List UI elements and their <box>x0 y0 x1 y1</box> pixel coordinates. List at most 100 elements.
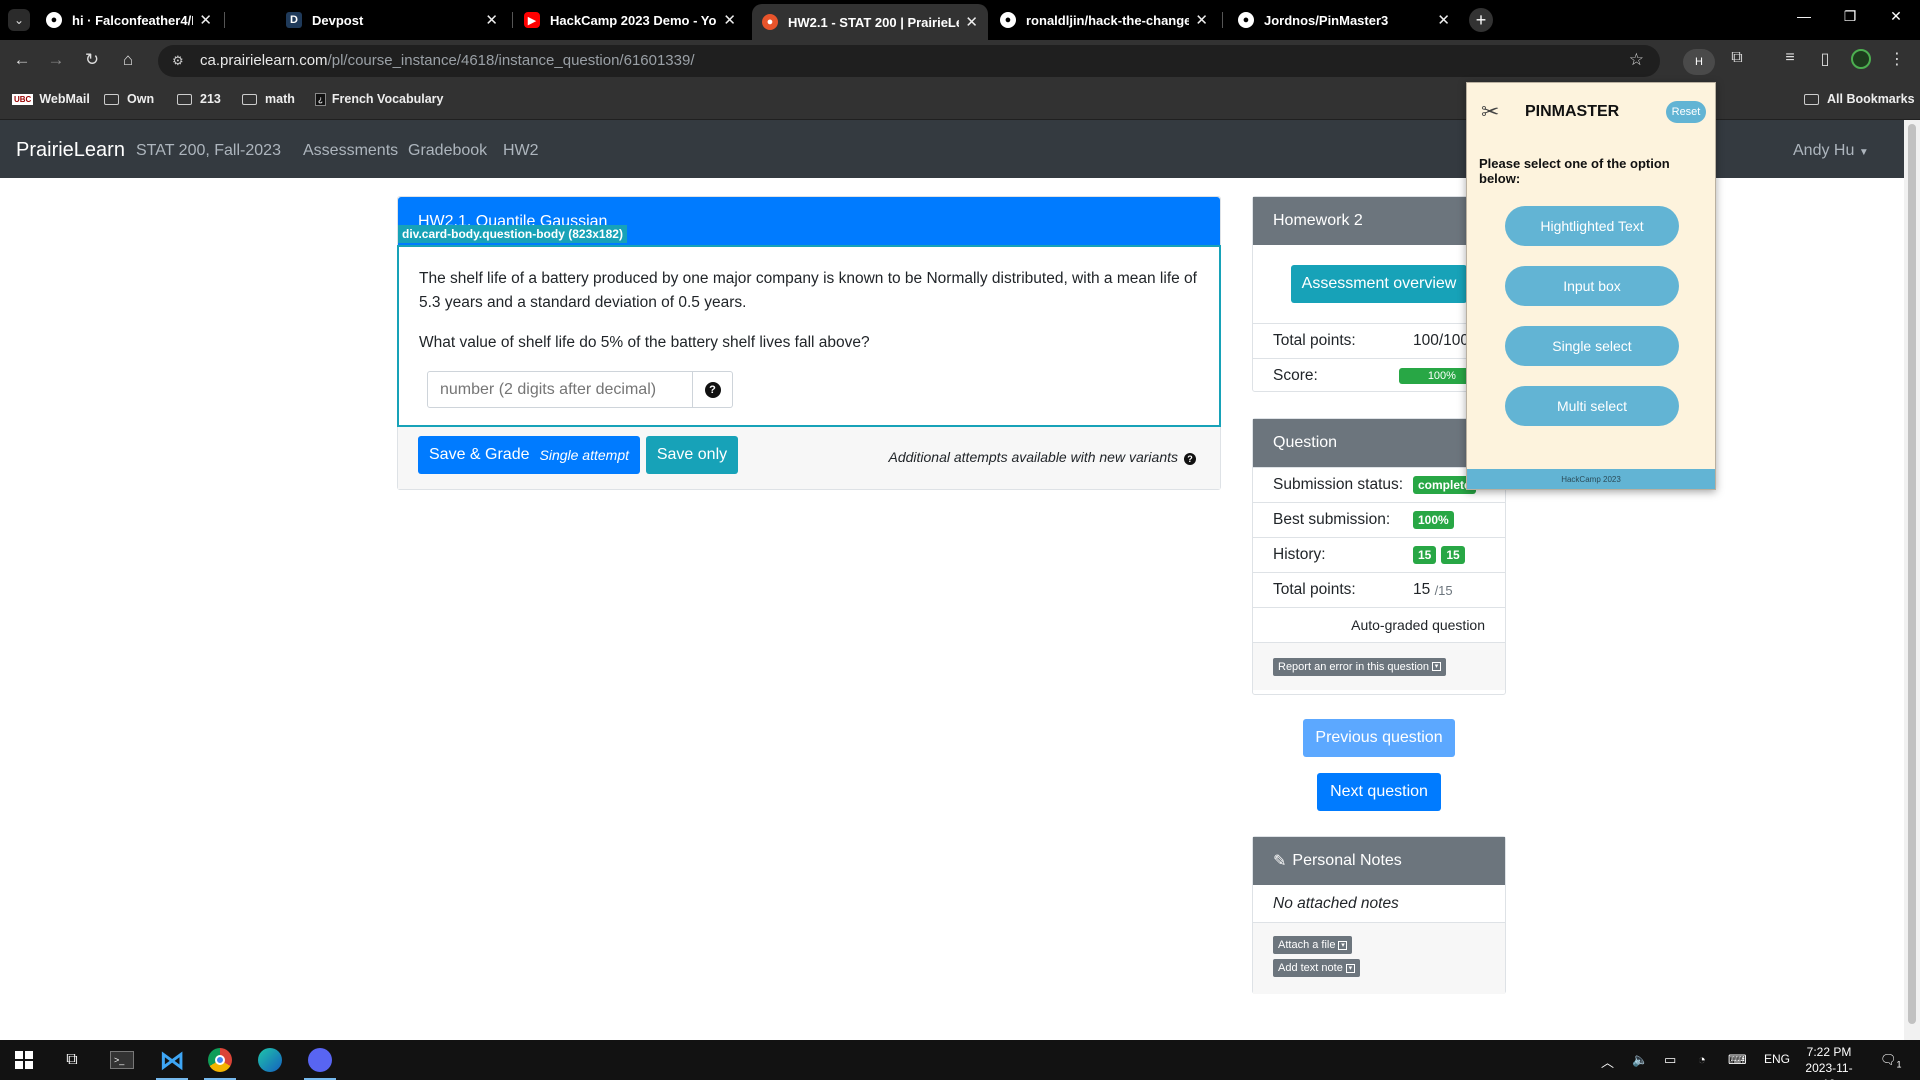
close-icon[interactable]: ✕ <box>485 11 498 29</box>
personal-notes-title: ✎ Personal Notes <box>1253 837 1505 885</box>
vscode-icon[interactable]: ⋈ <box>148 1040 196 1080</box>
next-question-button[interactable]: Next question <box>1317 773 1441 811</box>
tray-expand-icon[interactable]: ︿ <box>1601 1052 1614 1071</box>
language-indicator[interactable]: ENG <box>1764 1052 1790 1066</box>
question-card: HW2.1. Quantile Gaussian div.card-body.q… <box>397 196 1221 490</box>
add-text-note-button[interactable]: Add text note ▾ <box>1273 959 1360 977</box>
french-vocab-icon: ¿ <box>315 92 326 106</box>
windows-start-icon[interactable] <box>0 1040 48 1080</box>
expand-icon: ▾ <box>1345 963 1355 973</box>
profile-avatar[interactable] <box>1848 49 1874 73</box>
keyboard-icon[interactable]: ⌨ <box>1728 1052 1747 1068</box>
close-icon[interactable]: ✕ <box>199 11 212 29</box>
youtube-icon: ▶ <box>524 12 540 28</box>
url-path: /pl/course_instance/4618/instance_questi… <box>327 52 695 69</box>
tab-pinmaster-repo[interactable]: ● hi · Falconfeather4/PinMaster ✕ <box>36 4 222 36</box>
forward-icon[interactable]: → <box>44 50 68 70</box>
side-panel-icon[interactable]: ▯ <box>1812 49 1838 73</box>
chrome-icon[interactable] <box>196 1040 244 1080</box>
bookmark-webmail[interactable]: UBC WebMail <box>12 92 90 106</box>
scrollbar-thumb[interactable] <box>1908 124 1916 1024</box>
tab-youtube[interactable]: ▶ HackCamp 2023 Demo - YouTu ✕ <box>514 4 746 36</box>
reload-icon[interactable]: ↻ <box>80 50 104 70</box>
close-icon[interactable]: ✕ <box>965 13 978 31</box>
nav-hw2[interactable]: HW2 <box>503 142 539 160</box>
page-scrollbar[interactable] <box>1904 120 1920 1040</box>
report-error-button[interactable]: Report an error in this question ▾ <box>1273 657 1447 676</box>
bookmark-french-vocabulary[interactable]: ¿ French Vocabulary <box>315 92 444 106</box>
edge-icon[interactable] <box>246 1040 294 1080</box>
battery-icon[interactable]: ▭ <box>1664 1052 1676 1068</box>
user-menu[interactable]: Andy Hu ▼ <box>1793 142 1869 160</box>
clock[interactable]: 7:22 PM2023-11-19 <box>1800 1044 1858 1080</box>
volume-icon[interactable]: 🔈 <box>1632 1052 1648 1068</box>
question-mark-icon: ? <box>704 381 721 398</box>
save-grade-button[interactable]: Save & Grade Single attempt <box>418 436 640 474</box>
no-notes-text: No attached notes <box>1273 894 1399 912</box>
tab-pinmaster3[interactable]: ● Jordnos/PinMaster3 ✕ <box>1228 4 1460 36</box>
answer-input[interactable] <box>427 371 693 408</box>
history-badge[interactable]: 15 <box>1413 546 1437 564</box>
task-view-icon[interactable]: ⧉ <box>48 1040 96 1080</box>
wifi-icon[interactable]: ◔ <box>1698 1052 1706 1067</box>
expand-icon: ▾ <box>1432 662 1442 672</box>
tab-devpost[interactable]: D Devpost ✕ <box>276 4 508 36</box>
back-icon[interactable]: ← <box>10 50 34 70</box>
close-window-icon[interactable]: ✕ <box>1876 8 1916 25</box>
reset-button[interactable]: Reset <box>1666 101 1706 123</box>
site-info-icon[interactable]: ⚙ <box>172 53 184 69</box>
single-attempt-label: Single attempt <box>539 447 630 463</box>
help-button[interactable]: ? <box>693 371 733 408</box>
restore-icon[interactable]: ❐ <box>1830 8 1870 25</box>
new-tab-button[interactable]: + <box>1469 8 1493 32</box>
assessment-overview-button[interactable]: Assessment overview <box>1291 265 1467 303</box>
tab-hack-the-change[interactable]: ● ronaldljin/hack-the-change-2 ✕ <box>990 4 1218 36</box>
minimize-icon[interactable]: — <box>1784 8 1824 24</box>
folder-icon <box>242 93 257 105</box>
close-icon[interactable]: ✕ <box>723 11 736 29</box>
bookmark-folder-213[interactable]: 213 <box>177 92 221 106</box>
discord-icon[interactable] <box>296 1040 344 1080</box>
info-icon[interactable]: ? <box>1184 453 1196 465</box>
option-single-select[interactable]: Single select <box>1505 326 1679 366</box>
windows-taskbar: ⧉ >_ ⋈ ︿ 🔈 ▭ ◔ ⌨ ENG 7:22 PM2023-11-19 🗨… <box>0 1040 1920 1080</box>
option-input-box[interactable]: Input box <box>1505 266 1679 306</box>
address-bar[interactable]: ⚙ ca.prairielearn.com/pl/course_instance… <box>158 45 1660 77</box>
expand-icon: ▾ <box>1338 940 1348 950</box>
option-highlighted-text[interactable]: Hightlighted Text <box>1505 206 1679 246</box>
best-submission: Best submission: 100% <box>1253 502 1505 537</box>
all-bookmarks[interactable]: All Bookmarks <box>1804 92 1915 106</box>
notifications-icon[interactable]: 🗨1 <box>1880 1052 1902 1070</box>
extension-h-icon[interactable]: H <box>1683 49 1715 75</box>
folder-icon <box>177 93 192 105</box>
notes-actions: Attach a file ▾ Add text note ▾ <box>1253 922 1505 994</box>
nav-gradebook[interactable]: Gradebook <box>408 142 487 160</box>
terminal-icon[interactable]: >_ <box>98 1040 146 1080</box>
home-icon[interactable]: ⌂ <box>116 50 140 70</box>
tab-search-icon[interactable]: ⌄ <box>8 9 30 31</box>
attach-file-button[interactable]: Attach a file ▾ <box>1273 936 1353 954</box>
menu-kebab-icon[interactable]: ⋮ <box>1884 49 1910 73</box>
bookmark-folder-own[interactable]: Own <box>104 92 154 106</box>
popup-title: PINMASTER <box>1525 103 1620 120</box>
save-only-button[interactable]: Save only <box>646 436 738 474</box>
option-multi-select[interactable]: Multi select <box>1505 386 1679 426</box>
course-name[interactable]: STAT 200, Fall-2023 <box>136 142 281 160</box>
tab-prairielearn[interactable]: ● HW2.1 - STAT 200 | PrairieLearn ✕ <box>752 4 988 40</box>
history-badge[interactable]: 15 <box>1441 546 1465 564</box>
pin-icon: ✂ <box>1481 99 1500 124</box>
history: History: 15 15 <box>1253 537 1505 572</box>
previous-question-button[interactable]: Previous question <box>1303 719 1455 757</box>
bookmark-star-icon[interactable]: ☆ <box>1629 50 1644 70</box>
prairielearn-icon: ● <box>762 14 778 30</box>
auto-graded-label: Auto-graded question <box>1253 607 1505 642</box>
tab-separator <box>1222 12 1223 28</box>
extensions-puzzle-icon[interactable]: ⧉ <box>1724 49 1750 73</box>
bookmark-folder-math[interactable]: math <box>242 92 295 106</box>
close-icon[interactable]: ✕ <box>1195 11 1208 29</box>
nav-assessments[interactable]: Assessments <box>303 142 398 160</box>
tab-separator <box>512 12 513 28</box>
close-icon[interactable]: ✕ <box>1437 11 1450 29</box>
brand-logo[interactable]: PrairieLearn <box>16 139 125 162</box>
media-control-icon[interactable]: ≡ <box>1777 49 1803 73</box>
